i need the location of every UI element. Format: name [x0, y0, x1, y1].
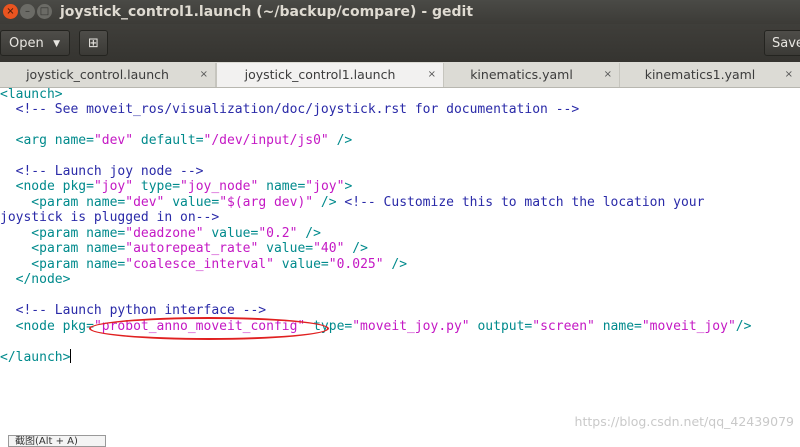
- tab-joystick-control1[interactable]: joystick_control1.launch ×: [216, 63, 444, 87]
- code-line: <arg name="dev" default="/dev/input/js0"…: [0, 133, 353, 148]
- code-line: <param name="deadzone" value="0.2" />: [0, 226, 321, 241]
- new-document-button[interactable]: ⊞: [79, 30, 108, 56]
- title-bar: × – □ joystick_control1.launch (~/backup…: [0, 0, 800, 24]
- tab-label: kinematics1.yaml: [644, 67, 756, 82]
- window-close-button[interactable]: ×: [3, 4, 18, 19]
- code-line: </node>: [0, 272, 71, 287]
- tab-label: joystick_control.launch: [26, 67, 169, 82]
- snip-tooltip: 截图(Alt + A): [8, 435, 106, 447]
- close-icon[interactable]: ×: [200, 63, 208, 87]
- tab-label: kinematics.yaml: [470, 67, 573, 82]
- tab-kinematics[interactable]: kinematics.yaml ×: [444, 63, 620, 87]
- save-button[interactable]: Save: [764, 30, 800, 56]
- code-line: <!-- Launch joy node -->: [0, 164, 204, 179]
- window-maximize-button[interactable]: □: [37, 4, 52, 19]
- code-line: <param name="autorepeat_rate" value="40"…: [0, 241, 368, 256]
- code-line: <param name="dev" value="$(arg dev)" /> …: [0, 195, 705, 210]
- window-title: joystick_control1.launch (~/backup/compa…: [60, 4, 474, 20]
- tab-kinematics1[interactable]: kinematics1.yaml ×: [620, 63, 800, 87]
- save-button-label: Save: [772, 36, 800, 51]
- watermark: https://blog.csdn.net/qq_42439079: [574, 414, 794, 429]
- header-bar: Open ▼ ⊞ Save: [0, 24, 800, 62]
- code-line: joystick is plugged in on-->: [0, 210, 220, 225]
- code-line: <node pkg="joy" type="joy_node" name="jo…: [0, 179, 353, 194]
- code-line: <launch>: [0, 87, 63, 102]
- close-icon[interactable]: ×: [785, 63, 793, 87]
- tab-joystick-control[interactable]: joystick_control.launch ×: [0, 63, 216, 87]
- open-button-label: Open: [9, 36, 44, 51]
- open-button[interactable]: Open ▼: [0, 30, 70, 56]
- chevron-down-icon: ▼: [53, 39, 60, 49]
- text-cursor: [70, 349, 72, 363]
- code-line: <!-- See moveit_ros/visualization/doc/jo…: [0, 102, 580, 117]
- highlight-ellipse: [89, 317, 329, 340]
- code-line: </launch>: [0, 349, 72, 365]
- tab-label: joystick_control1.launch: [244, 67, 396, 82]
- code-line: <param name="coalesce_interval" value="0…: [0, 257, 408, 272]
- close-icon[interactable]: ×: [428, 63, 436, 87]
- tab-bar: joystick_control.launch × joystick_contr…: [0, 62, 800, 88]
- window-minimize-button[interactable]: –: [20, 4, 35, 19]
- close-icon[interactable]: ×: [604, 63, 612, 87]
- new-tab-icon: ⊞: [88, 36, 99, 51]
